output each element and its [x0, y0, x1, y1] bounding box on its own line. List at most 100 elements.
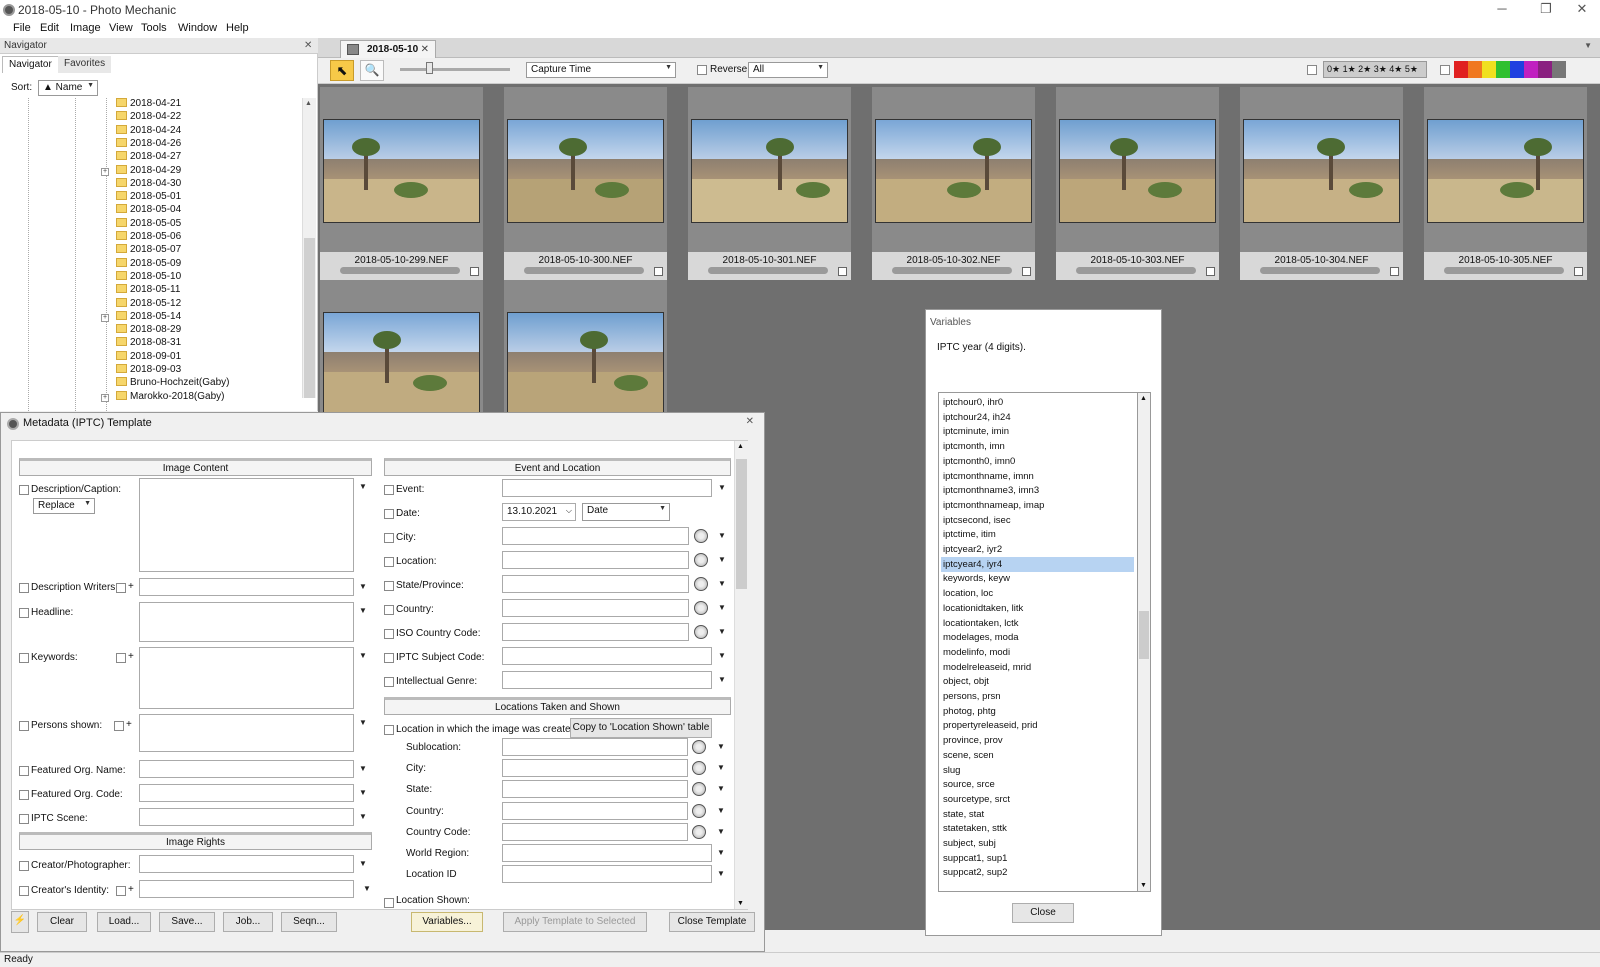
folder-item[interactable]: 2018-05-14: [116, 310, 181, 324]
close-panel-icon[interactable]: ✕: [304, 40, 312, 51]
form-scrollbar[interactable]: ▲ ▼: [734, 441, 748, 909]
scroll-thumb[interactable]: [736, 459, 747, 589]
folder-item[interactable]: 2018-05-06: [116, 231, 181, 244]
tag-checkbox[interactable]: [838, 267, 847, 276]
minimize-icon[interactable]: ─: [1480, 0, 1524, 20]
location-created-field[interactable]: [502, 780, 688, 799]
country-field[interactable]: [502, 599, 689, 617]
lightning-icon[interactable]: ⚡: [11, 911, 29, 933]
thumbnail-cell[interactable]: 2018-05-10-300.NEF: [504, 87, 667, 280]
color-label-swatch[interactable]: [1468, 61, 1482, 78]
iso-field[interactable]: [502, 623, 689, 641]
tag-checkbox[interactable]: [1574, 267, 1583, 276]
subject-dropdown-icon[interactable]: ▼: [715, 647, 729, 665]
load-button[interactable]: Load...: [97, 912, 151, 932]
org-name-field[interactable]: [139, 760, 354, 778]
menu-image[interactable]: Image: [70, 22, 101, 34]
variable-item[interactable]: locationidtaken, litk: [941, 601, 1134, 616]
thumbnail-cell[interactable]: 2018-05-10-301.NEF: [688, 87, 851, 280]
menu-tools[interactable]: Tools: [141, 22, 167, 34]
variable-item[interactable]: iptcsecond, isec: [941, 513, 1134, 528]
scroll-thumb[interactable]: [1139, 611, 1149, 659]
variable-item[interactable]: propertyreleaseid, prid: [941, 718, 1134, 733]
variables-close-button[interactable]: Close: [1012, 903, 1074, 923]
location-created-dropdown-icon[interactable]: ▼: [714, 759, 728, 777]
globe-icon[interactable]: [694, 577, 708, 591]
navigator-scrollbar[interactable]: ▲: [302, 98, 316, 398]
event-checkbox[interactable]: [384, 485, 394, 495]
location-created-field[interactable]: [502, 865, 712, 884]
event-dropdown-icon[interactable]: ▼: [715, 479, 729, 497]
apply-template-button[interactable]: Apply Template to Selected: [503, 912, 647, 932]
menu-edit[interactable]: Edit: [40, 22, 59, 34]
location-checkbox[interactable]: [384, 557, 394, 567]
headline-field[interactable]: [139, 602, 354, 642]
folder-item[interactable]: 2018-09-03: [116, 364, 181, 377]
filter-select[interactable]: All ▼: [748, 62, 828, 78]
variables-button[interactable]: Variables...: [411, 912, 483, 932]
select-tool-icon[interactable]: ⬉: [330, 60, 354, 81]
tab-contact-sheet[interactable]: 2018-05-10 ✕: [340, 40, 436, 59]
expand-icon[interactable]: +: [101, 167, 109, 176]
folder-item[interactable]: Bruno-Hochzeit(Gaby): [116, 377, 229, 390]
iso-checkbox[interactable]: [384, 629, 394, 639]
org-code-checkbox[interactable]: [19, 790, 29, 800]
rating-bar[interactable]: [892, 267, 1012, 274]
color-label-swatch[interactable]: [1496, 61, 1510, 78]
rating-bar[interactable]: [1076, 267, 1196, 274]
menu-view[interactable]: View: [109, 22, 133, 34]
writers-append-checkbox[interactable]: [116, 583, 126, 593]
variable-item[interactable]: state, stat: [941, 807, 1134, 822]
location-created-checkbox[interactable]: [384, 725, 394, 735]
globe-icon[interactable]: [694, 553, 708, 567]
tab-navigator[interactable]: Navigator: [2, 56, 59, 73]
location-shown-checkbox[interactable]: [384, 898, 394, 908]
menu-window[interactable]: Window: [178, 22, 217, 34]
location-created-field[interactable]: [502, 801, 688, 820]
folder-item[interactable]: 2018-04-29: [116, 164, 181, 178]
folder-item[interactable]: 2018-05-10: [116, 270, 181, 284]
color-filter-checkbox[interactable]: [1440, 65, 1450, 75]
folder-item[interactable]: 2018-09-01: [116, 350, 181, 364]
tag-checkbox[interactable]: [1022, 267, 1031, 276]
globe-icon[interactable]: [694, 601, 708, 615]
keywords-dropdown-icon[interactable]: ▼: [356, 647, 370, 665]
scene-checkbox[interactable]: [19, 814, 29, 824]
event-field[interactable]: [502, 479, 712, 497]
tab-overflow-icon[interactable]: ▼: [1584, 41, 1592, 50]
thumbnail-size-slider[interactable]: [400, 68, 510, 71]
variable-item[interactable]: slug: [941, 763, 1134, 778]
writers-checkbox[interactable]: [19, 583, 29, 593]
slider-handle[interactable]: [426, 62, 433, 74]
state-dropdown-icon[interactable]: ▼: [715, 575, 729, 593]
identity-append-checkbox[interactable]: [116, 886, 126, 896]
rating-bar[interactable]: [1444, 267, 1564, 274]
location-created-field[interactable]: [502, 822, 688, 841]
globe-icon[interactable]: [692, 761, 706, 776]
expand-icon[interactable]: +: [101, 393, 109, 402]
date-mode-select[interactable]: Date ▼: [582, 503, 670, 521]
thumbnail-cell[interactable]: 2018-05-10-304.NEF: [1240, 87, 1403, 280]
persons-dropdown-icon[interactable]: ▼: [356, 714, 370, 732]
identity-field[interactable]: [139, 880, 354, 898]
variable-item[interactable]: statetaken, sttk: [941, 821, 1134, 836]
persons-checkbox[interactable]: [19, 721, 29, 731]
tab-favorites[interactable]: Favorites: [58, 56, 112, 73]
subject-field[interactable]: [502, 647, 712, 665]
variable-item[interactable]: suppcat1, sup1: [941, 851, 1134, 866]
seqn-button[interactable]: Seqn...: [281, 912, 337, 932]
close-tab-icon[interactable]: ✕: [421, 44, 429, 55]
sort-field-select[interactable]: Capture Time ▼: [526, 62, 676, 78]
persons-append-checkbox[interactable]: [114, 721, 124, 731]
variable-item[interactable]: iptcmonthname, imnn: [941, 469, 1134, 484]
country-dropdown-icon[interactable]: ▼: [715, 599, 729, 617]
zoom-tool-icon[interactable]: 🔍: [360, 60, 384, 81]
variable-item[interactable]: iptchour24, ih24: [941, 410, 1134, 425]
variable-item[interactable]: locationtaken, lctk: [941, 616, 1134, 631]
color-label-swatch[interactable]: [1524, 61, 1538, 78]
org-code-dropdown-icon[interactable]: ▼: [356, 784, 370, 802]
rating-bar[interactable]: [340, 267, 460, 274]
color-label-swatch[interactable]: [1510, 61, 1524, 78]
star-filter-checkbox[interactable]: [1307, 65, 1317, 75]
color-label-swatch[interactable]: [1482, 61, 1496, 78]
